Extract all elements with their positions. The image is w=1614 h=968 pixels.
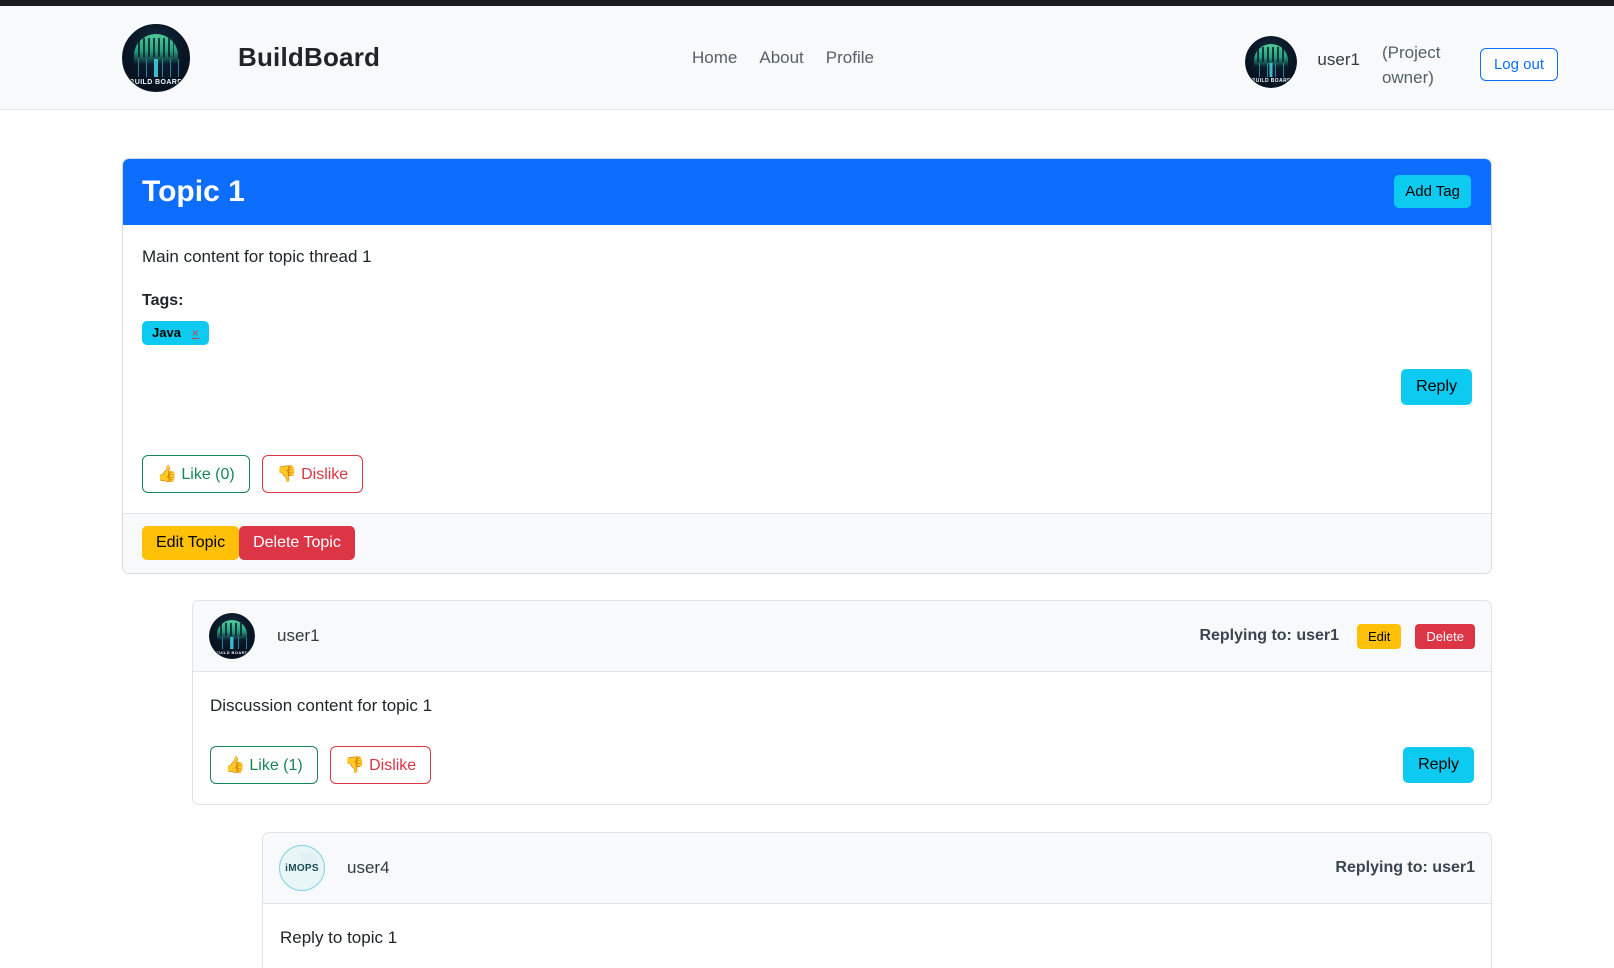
comment-username: user1 [277, 626, 320, 646]
comment-author: BUILD BOARD user1 [209, 613, 320, 659]
user-area: BUILD BOARD user1 (Project owner) Log ou… [1245, 34, 1558, 90]
comment-actions: 👍 Like (1) 👎 Dislike Reply [210, 746, 1474, 784]
tags-label: Tags: [142, 292, 1472, 310]
comment-header-actions: Replying to: user1 [1335, 859, 1475, 877]
comment-header: iMOPS user4 Replying to: user1 [263, 833, 1491, 904]
remove-tag-icon[interactable]: × [192, 326, 199, 340]
nav-link-about[interactable]: About [759, 48, 803, 68]
comment-header: BUILD BOARD user1 Replying to: user1 Edi… [193, 601, 1491, 672]
topic-content: Main content for topic thread 1 [142, 247, 1472, 267]
topic-card: Topic 1 Add Tag Main content for topic t… [122, 158, 1492, 574]
nav-links: Home About Profile [692, 48, 874, 68]
avatar-caption: BUILD BOARD [210, 650, 254, 655]
brand-title: BuildBoard [238, 42, 380, 73]
edit-comment-button[interactable]: Edit [1357, 624, 1401, 649]
tag-name: Java [152, 325, 181, 340]
delete-comment-button[interactable]: Delete [1415, 624, 1475, 649]
comment-content: Reply to topic 1 [280, 928, 1474, 948]
edit-topic-button[interactable]: Edit Topic [142, 526, 239, 560]
replying-to-label: Replying to: user1 [1199, 627, 1339, 645]
comment-card: iMOPS user4 Replying to: user1 Reply to … [262, 832, 1492, 968]
logout-button[interactable]: Log out [1480, 48, 1558, 81]
topic-reply-row: Reply [142, 369, 1472, 405]
topic-footer: Edit Topic Delete Topic [123, 513, 1491, 573]
comment-like-button[interactable]: 👍 Like (1) [210, 746, 318, 784]
logo-caption: BUILD BOARD [123, 79, 189, 86]
tag-chip: Java × [142, 321, 209, 345]
avatar[interactable]: BUILD BOARD [1245, 36, 1297, 88]
comment-reply-button[interactable]: Reply [1403, 747, 1474, 783]
topic-dislike-button[interactable]: 👎 Dislike [262, 455, 363, 493]
avatar-caption: BUILD BOARD [1246, 78, 1296, 84]
topic-reply-button[interactable]: Reply [1401, 369, 1472, 405]
topic-vote-row: 👍 Like (0) 👎 Dislike [142, 455, 1472, 493]
topic-header: Topic 1 Add Tag [123, 159, 1491, 225]
comment-body: Discussion content for topic 1 👍 Like (1… [193, 672, 1491, 804]
topic-like-button[interactable]: 👍 Like (0) [142, 455, 250, 493]
current-username: user1 [1317, 50, 1360, 70]
tag-list: Java × [142, 321, 1472, 345]
avatar-caption: iMOPS [285, 863, 319, 874]
buildboard-logo-icon: BUILD BOARD [122, 24, 190, 92]
add-tag-button[interactable]: Add Tag [1394, 175, 1471, 208]
comment-content: Discussion content for topic 1 [210, 696, 1474, 716]
nav-link-home[interactable]: Home [692, 48, 737, 68]
delete-topic-button[interactable]: Delete Topic [239, 526, 355, 560]
nav-link-profile[interactable]: Profile [826, 48, 874, 68]
topic-body: Main content for topic thread 1 Tags: Ja… [123, 225, 1491, 513]
comment-body: Reply to topic 1 👍 Like (1) 👎 Dislike Re… [263, 904, 1491, 968]
comment-dislike-button[interactable]: 👎 Dislike [330, 746, 431, 784]
avatar[interactable]: iMOPS [279, 845, 325, 891]
comment-author: iMOPS user4 [279, 845, 390, 891]
user-role-label: (Project owner) [1382, 41, 1454, 90]
avatar[interactable]: BUILD BOARD [209, 613, 255, 659]
page-content: Topic 1 Add Tag Main content for topic t… [0, 110, 1614, 968]
comment-vote-group: 👍 Like (1) 👎 Dislike [210, 746, 431, 784]
comment-username: user4 [347, 858, 390, 878]
top-navbar: BUILD BOARD BuildBoard Home About Profil… [0, 6, 1614, 110]
brand[interactable]: BUILD BOARD BuildBoard [122, 24, 380, 92]
page-title: Topic 1 [142, 175, 245, 208]
comment-card: BUILD BOARD user1 Replying to: user1 Edi… [192, 600, 1492, 805]
comment-header-actions: Replying to: user1 Edit Delete [1199, 624, 1475, 649]
replying-to-label: Replying to: user1 [1335, 859, 1475, 877]
